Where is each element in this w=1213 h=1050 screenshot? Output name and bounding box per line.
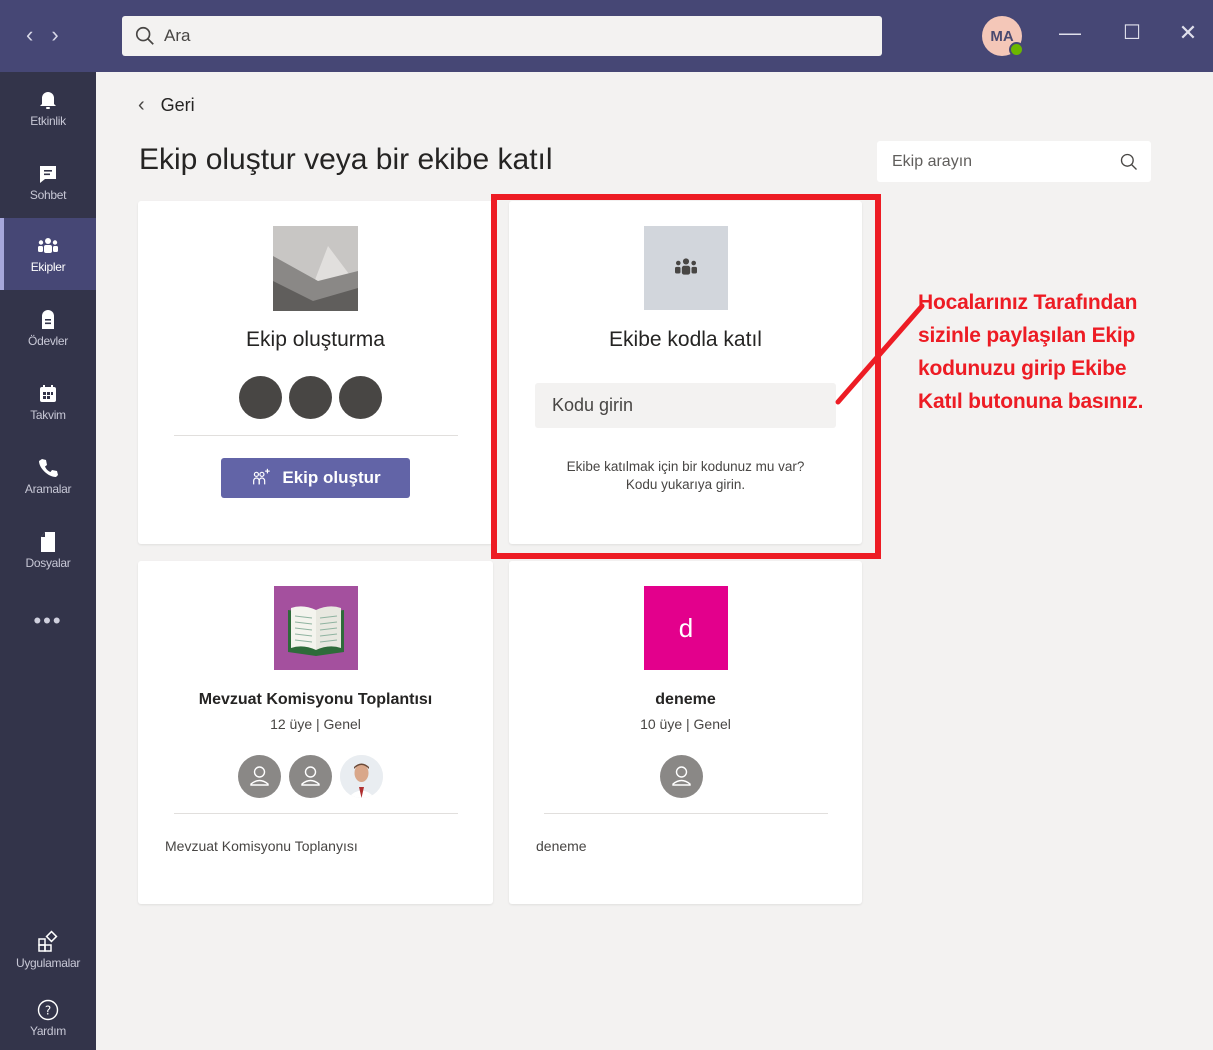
back-arrow-icon[interactable]: ‹ <box>26 22 51 47</box>
rail-item-label: Ödevler <box>28 334 68 348</box>
member-avatar <box>339 376 382 419</box>
team-card[interactable]: d deneme 10 üye | Genel deneme <box>509 561 862 904</box>
forward-arrow-icon[interactable]: › <box>51 22 76 47</box>
rail-item-label: Aramalar <box>24 482 72 496</box>
presence-available-icon <box>1009 42 1024 57</box>
assignments-icon <box>42 310 54 329</box>
help-icon: ? <box>37 999 59 1021</box>
more-apps-icon[interactable]: ••• <box>0 608 96 634</box>
global-search-input[interactable]: Ara <box>122 16 882 56</box>
divider <box>174 435 458 436</box>
book-icon <box>288 606 344 656</box>
rail-item-chat[interactable]: Sohbet <box>0 146 96 218</box>
annotation-highlight-box <box>491 194 881 559</box>
divider <box>544 813 828 814</box>
divider <box>174 813 458 814</box>
person-icon <box>672 766 691 786</box>
person-icon <box>301 766 320 786</box>
annotation-line: Hocalarınız Tarafından <box>918 291 1138 314</box>
rail-item-label: Uygulamalar <box>15 956 81 970</box>
title-bar: ‹› Ara MA — ☐ ✕ <box>0 0 1213 72</box>
global-search-placeholder: Ara <box>164 26 191 45</box>
member-avatar <box>238 755 281 798</box>
create-team-card: Ekip oluşturma Ekip oluştur <box>138 201 493 544</box>
annotation-pointer-line <box>835 303 925 405</box>
user-avatar[interactable]: MA <box>982 16 1024 57</box>
annotation-line: sizinle paylaşılan Ekip <box>918 324 1136 347</box>
search-icon <box>135 26 154 45</box>
rail-item-label: Sohbet <box>29 188 67 202</box>
create-card-title: Ekip oluşturma <box>246 328 385 351</box>
team-name: deneme <box>655 691 716 708</box>
rail-item-assignments[interactable]: Ödevler <box>0 292 96 364</box>
history-nav: ‹› <box>26 22 77 48</box>
team-search-placeholder: Ekip arayın <box>892 152 973 170</box>
phone-icon <box>39 459 58 477</box>
chat-icon <box>40 166 56 183</box>
back-label: Geri <box>160 95 195 115</box>
team-card[interactable]: Mevzuat Komisyonu Toplantısı 12 üye | Ge… <box>138 561 493 904</box>
svg-text:?: ? <box>45 1004 51 1018</box>
app-bar: Etkinlik Sohbet Ekipler Ödevler Takvim A… <box>0 72 96 1050</box>
rail-item-files[interactable]: Dosyalar <box>0 514 96 586</box>
team-placeholder-image-icon <box>273 226 358 311</box>
calendar-icon <box>40 385 56 402</box>
rail-item-label: Etkinlik <box>30 114 66 128</box>
rail-item-label: Ekipler <box>30 260 66 274</box>
team-description: Mevzuat Komisyonu Toplanyısı <box>165 838 358 854</box>
person-icon <box>250 766 269 786</box>
team-tile <box>274 586 358 670</box>
teams-icon <box>38 238 58 253</box>
rail-item-teams[interactable]: Ekipler <box>0 218 96 290</box>
annotation-text: Hocalarınız Tarafından sizinle paylaşıla… <box>918 286 1208 418</box>
member-avatar <box>660 755 703 798</box>
rail-item-apps[interactable]: Uygulamalar <box>0 914 96 986</box>
person-photo-icon <box>340 755 383 798</box>
annotation-line: Katıl butonuna basınız. <box>918 390 1144 413</box>
team-description: deneme <box>536 838 587 854</box>
rail-item-label: Yardım <box>30 1024 66 1038</box>
avatar-initials: MA <box>990 27 1014 45</box>
search-icon <box>1120 153 1137 170</box>
rail-item-calls[interactable]: Aramalar <box>0 440 96 512</box>
add-team-icon <box>253 468 271 485</box>
create-team-button-label: Ekip oluştur <box>282 468 381 487</box>
rail-item-help[interactable]: ? Yardım <box>0 986 96 1050</box>
member-avatar <box>239 376 282 419</box>
team-search-input[interactable]: Ekip arayın <box>877 141 1151 182</box>
chevron-left-icon: ‹ <box>138 94 145 116</box>
member-photo-avatar <box>340 755 383 798</box>
team-meta: 12 üye | Genel <box>270 716 361 732</box>
apps-icon <box>38 930 58 952</box>
member-avatar <box>289 755 332 798</box>
file-icon <box>41 532 55 552</box>
close-button[interactable]: ✕ <box>1173 20 1203 46</box>
rail-item-activity[interactable]: Etkinlik <box>0 72 96 144</box>
rail-item-label: Dosyalar <box>25 556 71 570</box>
rail-item-label: Takvim <box>30 408 66 422</box>
page-title: Ekip oluştur veya bir ekibe katıl <box>139 143 553 176</box>
member-avatar <box>289 376 332 419</box>
team-letter-tile: d <box>644 586 728 670</box>
bell-icon <box>40 92 56 109</box>
team-meta: 10 üye | Genel <box>640 716 731 732</box>
rail-item-calendar[interactable]: Takvim <box>0 366 96 438</box>
back-link[interactable]: ‹ Geri <box>138 94 195 117</box>
minimize-button[interactable]: — <box>1055 20 1085 46</box>
annotation-line: kodunuzu girip Ekibe <box>918 357 1127 380</box>
team-name: Mevzuat Komisyonu Toplantısı <box>198 691 433 708</box>
create-team-button[interactable]: Ekip oluştur <box>221 458 410 498</box>
maximize-button[interactable]: ☐ <box>1117 20 1147 45</box>
